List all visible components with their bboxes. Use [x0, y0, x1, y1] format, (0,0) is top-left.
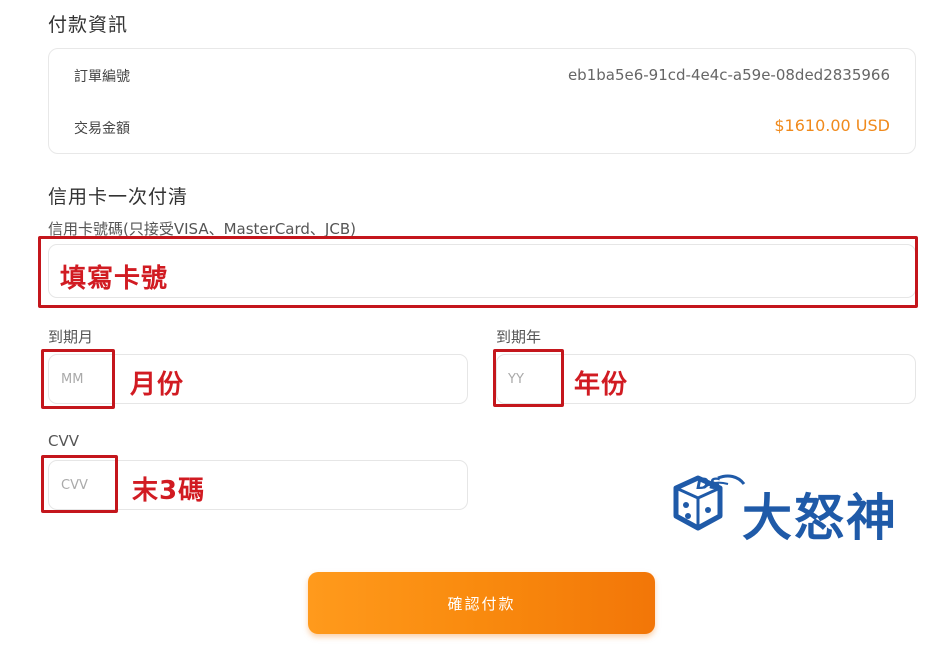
expiry-month-label: 到期月 [48, 328, 94, 346]
card-number-highlight [38, 236, 918, 308]
credit-card-title: 信用卡一次付清 [48, 186, 189, 208]
expiry-year-highlight [493, 349, 564, 407]
card-number-annotation: 填寫卡號 [60, 264, 169, 294]
order-info-card [48, 48, 916, 154]
expiry-month-highlight [41, 349, 115, 409]
expiry-year-label: 到期年 [496, 328, 542, 346]
confirm-payment-button[interactable]: 確認付款 [308, 572, 655, 634]
transaction-amount-value: $1610.00 USD [774, 116, 890, 135]
brand-logo-letters: DS [696, 474, 721, 493]
cvv-label: CVV [48, 432, 79, 450]
month-annotation: 月份 [130, 370, 185, 400]
cvv-annotation: 末3碼 [132, 476, 206, 506]
payment-info-title: 付款資訊 [48, 14, 129, 36]
year-annotation: 年份 [574, 370, 629, 400]
transaction-amount-label: 交易金額 [74, 121, 130, 137]
cvv-highlight [41, 455, 118, 513]
order-number-label: 訂單編號 [74, 69, 130, 85]
brand-name: 大怒神 [742, 489, 898, 547]
order-number-value: eb1ba5e6-91cd-4e4c-a59e-08ded2835966 [567, 66, 890, 84]
